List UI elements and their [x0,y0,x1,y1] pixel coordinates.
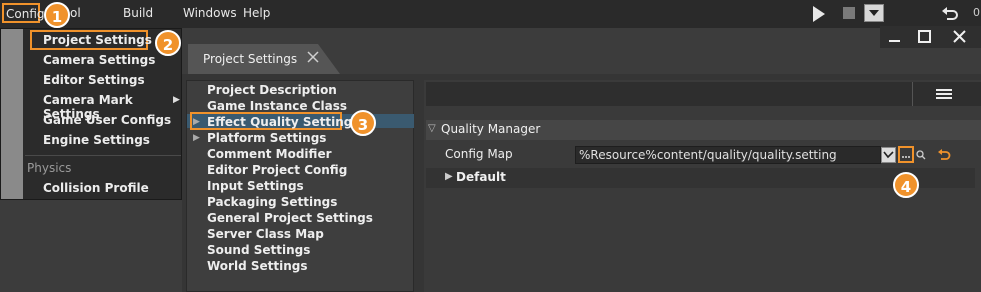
config-map-dropdown[interactable] [881,147,896,163]
menu-item-camera-settings[interactable]: Camera Settings [43,53,155,67]
section-title: Quality Manager [441,122,541,136]
list-item-comment-modifier[interactable]: Comment Modifier [207,147,332,161]
details-menu-button[interactable] [912,82,975,106]
details-toolbar [426,82,981,106]
browse-button[interactable] [898,146,914,163]
default-label: Default [456,170,506,184]
callout-3: 3 [350,110,376,136]
tab-label: Project Settings [203,52,298,66]
undo-icon[interactable] [941,5,959,21]
settings-category-list: Project Description Game Instance Class … [186,80,414,292]
search-icon[interactable] [915,149,927,161]
list-item-effect-quality-settings[interactable]: Effect Quality Settings [207,115,360,129]
menu-tool[interactable]: ol [70,6,81,20]
expand-arrow-icon[interactable]: ▶ [193,133,200,143]
menu-item-editor-settings[interactable]: Editor Settings [43,73,145,87]
menu-item-game-user-configs[interactable]: Game User Configs [43,113,171,127]
menu-config[interactable]: Config [2,3,45,23]
time-label: 0 [973,6,980,19]
list-item-sound-settings[interactable]: Sound Settings [207,243,310,257]
list-item-platform-settings[interactable]: Platform Settings [207,131,326,145]
menu-bar: Config ol Build Windows Help 0 [0,0,981,28]
menu-item-engine-settings[interactable]: Engine Settings [43,133,150,147]
play-options-dropdown[interactable] [864,4,884,22]
list-item-server-class-map[interactable]: Server Class Map [207,227,324,241]
reset-icon[interactable] [937,148,951,162]
tab-project-settings[interactable]: Project Settings [188,44,340,74]
stop-icon[interactable] [843,7,855,19]
callout-4: 4 [893,172,919,198]
config-menu: Project Settings Camera Settings Editor … [0,28,182,200]
config-map-field[interactable]: %Resource%content/quality/quality.settin… [575,146,881,164]
list-item-general-project-settings[interactable]: General Project Settings [207,211,373,225]
list-item-packaging-settings[interactable]: Packaging Settings [207,195,337,209]
config-map-value: %Resource%content/quality/quality.settin… [579,148,837,162]
minimize-icon[interactable] [885,28,905,46]
close-window-icon[interactable] [950,28,970,46]
menu-windows[interactable]: Windows [183,6,237,20]
tab-close-icon[interactable] [307,51,319,63]
menu-item-project-settings[interactable]: Project Settings [43,33,152,47]
expand-arrow-icon[interactable]: ▶ [445,171,453,182]
list-item-game-instance-class[interactable]: Game Instance Class [207,99,347,113]
list-item-input-settings[interactable]: Input Settings [207,179,304,193]
menu-help[interactable]: Help [243,6,270,20]
menu-config-label: Config [6,7,45,21]
menu-item-collision-profile[interactable]: Collision Profile [43,181,149,195]
list-item-project-description[interactable]: Project Description [207,83,337,97]
quality-manager-header[interactable]: ▽ Quality Manager [426,120,981,140]
collapse-arrow-icon[interactable]: ▽ [428,123,436,134]
list-item-world-settings[interactable]: World Settings [207,259,308,273]
menu-stripe [1,29,23,199]
play-icon[interactable] [812,6,826,22]
callout-2: 2 [155,30,181,56]
menu-section-physics: Physics [27,161,72,175]
menu-build[interactable]: Build [123,6,153,20]
list-item-editor-project-config[interactable]: Editor Project Config [207,163,347,177]
config-map-label: Config Map [445,147,513,161]
menu-separator [25,155,181,156]
maximize-icon[interactable] [915,28,935,46]
submenu-arrow-icon: ▶ [173,95,180,105]
ellipsis-icon [902,156,910,158]
callout-1: 1 [44,2,70,28]
hamburger-icon [936,89,952,99]
